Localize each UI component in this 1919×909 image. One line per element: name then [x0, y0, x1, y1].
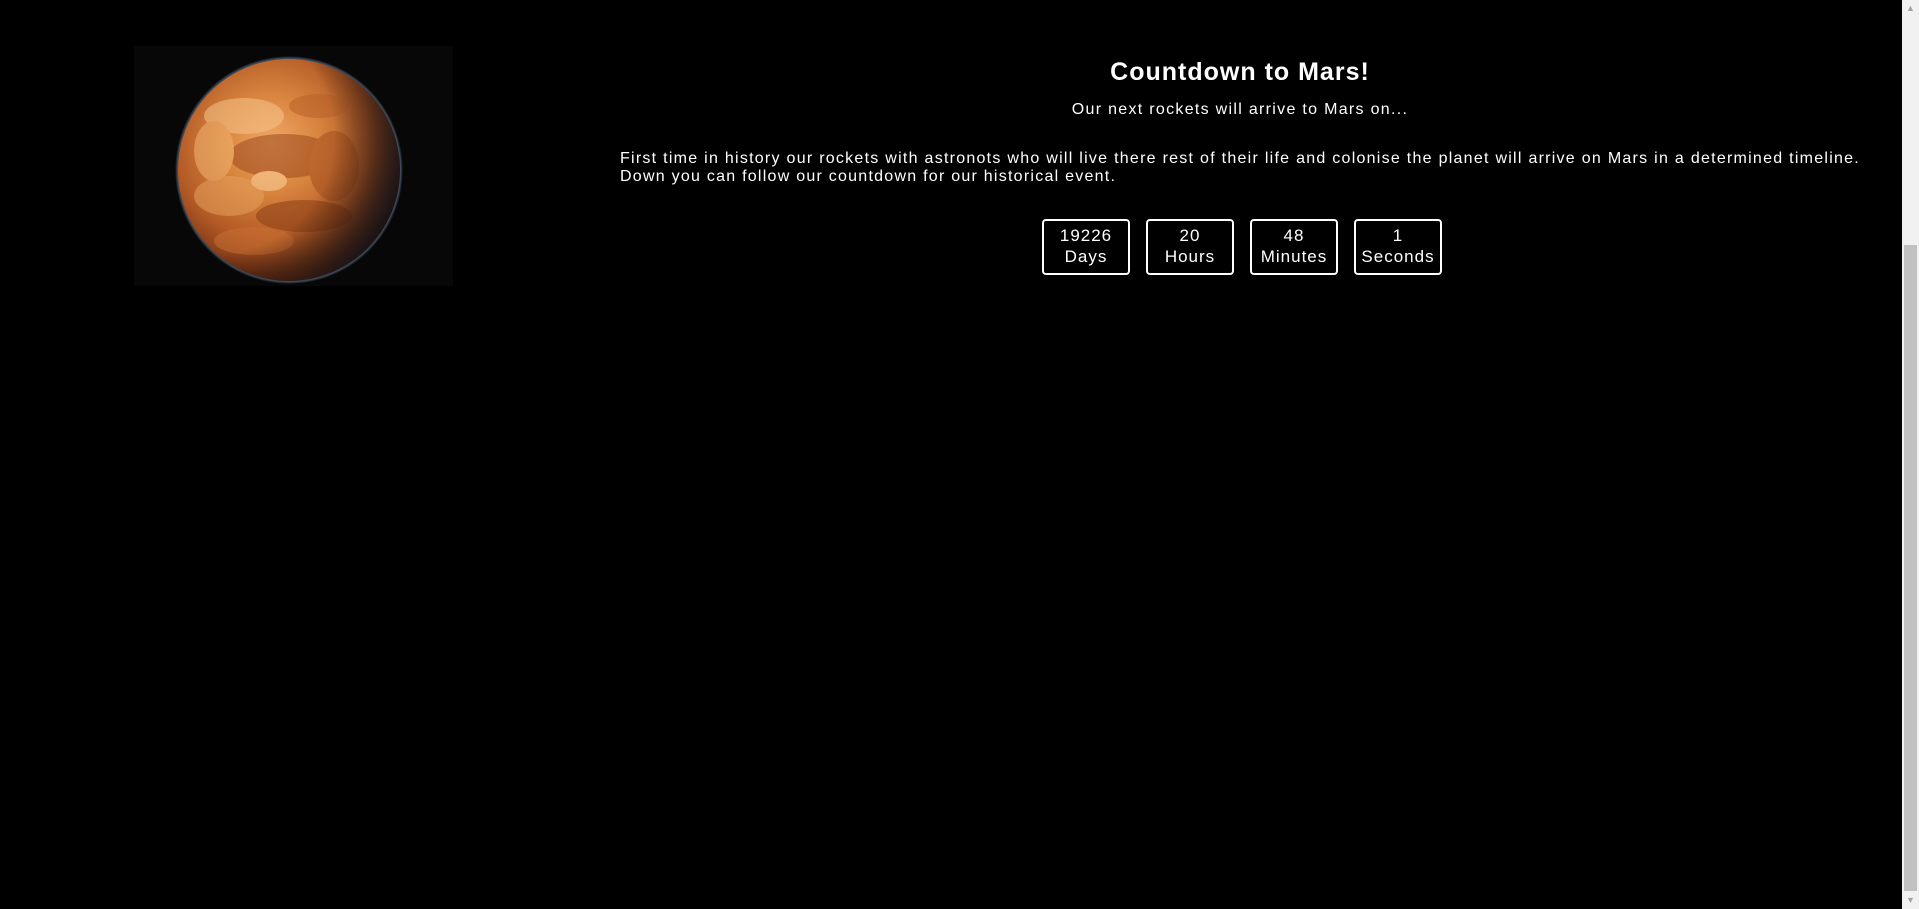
page: Countdown to Mars! Our next rockets will…	[0, 0, 1919, 909]
page-title: Countdown to Mars!	[1110, 58, 1370, 86]
vertical-scrollbar[interactable]: ▲ ▼	[1902, 0, 1919, 909]
countdown-seconds-label: Seconds	[1361, 247, 1435, 266]
countdown-days: 19226 Days	[1042, 219, 1130, 275]
page-subtitle: Our next rockets will arrive to Mars on.…	[1071, 101, 1409, 118]
countdown-minutes-label: Minutes	[1260, 247, 1328, 266]
countdown-timer: 19226 Days 20 Hours 48 Minutes 1 Seconds	[620, 219, 1860, 275]
countdown-hours-label: Hours	[1164, 247, 1216, 266]
countdown-section: Countdown to Mars! Our next rockets will…	[620, 50, 1860, 275]
scroll-up-arrow-icon[interactable]: ▲	[1902, 0, 1919, 17]
countdown-days-label: Days	[1064, 247, 1108, 266]
description-text: First time in history our rockets with a…	[620, 150, 1860, 185]
countdown-minutes-value: 48	[1283, 226, 1305, 245]
countdown-hours: 20 Hours	[1146, 219, 1234, 275]
countdown-days-value: 19226	[1059, 226, 1113, 245]
countdown-seconds-value: 1	[1392, 226, 1404, 245]
scroll-down-arrow-icon[interactable]: ▼	[1902, 892, 1919, 909]
countdown-minutes: 48 Minutes	[1250, 219, 1338, 275]
countdown-hours-value: 20	[1179, 226, 1201, 245]
scrollbar-thumb[interactable]	[1904, 245, 1917, 891]
mars-planet-image	[134, 46, 453, 286]
countdown-seconds: 1 Seconds	[1354, 219, 1442, 275]
